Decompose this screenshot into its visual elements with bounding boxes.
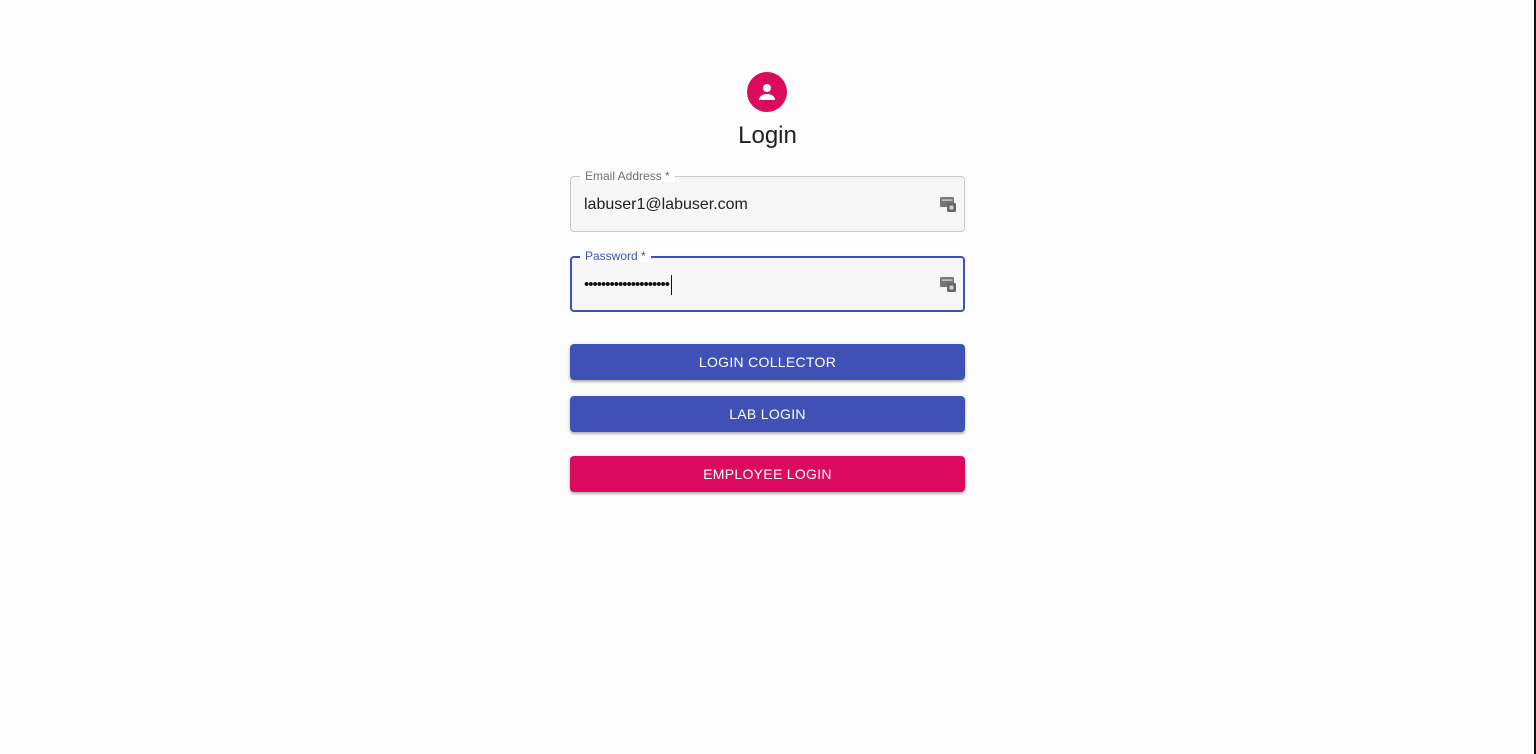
password-dots: •••••••••••••••••••• bbox=[584, 276, 670, 293]
text-caret bbox=[671, 275, 673, 296]
employee-login-button[interactable]: EMPLOYEE LOGIN bbox=[570, 456, 965, 492]
autofill-card-icon[interactable] bbox=[940, 275, 956, 293]
person-icon bbox=[759, 84, 775, 100]
password-input[interactable]: •••••••••••••••••••• bbox=[584, 275, 673, 296]
password-label: Password * bbox=[580, 249, 651, 263]
page-title: Login bbox=[738, 122, 797, 149]
email-field[interactable]: Email Address * labuser1@labuser.com bbox=[570, 169, 965, 232]
email-label: Email Address * bbox=[580, 169, 675, 183]
avatar bbox=[747, 72, 787, 112]
email-input[interactable]: labuser1@labuser.com bbox=[584, 195, 748, 215]
password-field[interactable]: Password * •••••••••••••••••••• bbox=[570, 249, 965, 312]
login-page: Login Email Address * labuser1@labuser.c… bbox=[0, 0, 1536, 754]
autofill-card-icon[interactable] bbox=[940, 195, 956, 213]
login-collector-button[interactable]: LOGIN COLLECTOR bbox=[570, 344, 965, 380]
lab-login-button[interactable]: LAB LOGIN bbox=[570, 396, 965, 432]
